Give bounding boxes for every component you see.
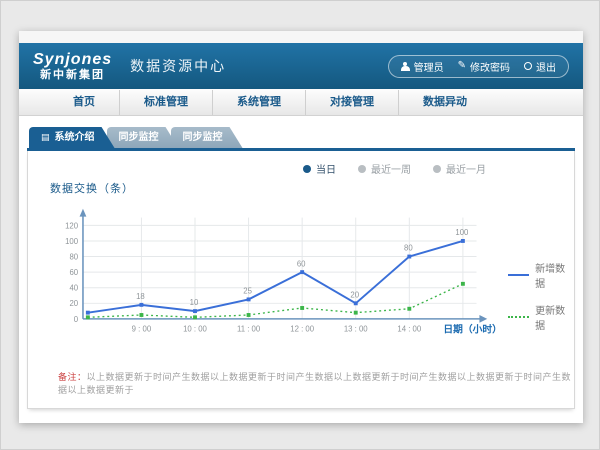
legend-label: 更新数据: [535, 302, 574, 332]
logout-label: 退出: [536, 59, 556, 74]
footnote: 备注：以上数据更新于时间产生数据以上数据更新于时间产生数据以上数据更新于时间产生…: [58, 370, 574, 396]
page-title: 数据资源中心: [130, 56, 226, 76]
app-header: Synjones 新中新集团 数据资源中心 管理员 ✎ 修改密码 退出: [19, 43, 583, 89]
legend-line-sample: [508, 274, 529, 276]
svg-text:12 : 00: 12 : 00: [290, 325, 314, 334]
svg-text:120: 120: [65, 221, 79, 230]
footnote-text: 以上数据更新于时间产生数据以上数据更新于时间产生数据以上数据更新于时间产生数据以…: [58, 372, 571, 395]
legend-line-sample: [508, 316, 529, 318]
range-option-0[interactable]: 当日: [303, 161, 336, 176]
main-nav: 首页标准管理系统管理对接管理数据异动: [19, 89, 583, 116]
chart-legend: 新增数据更新数据: [508, 260, 574, 332]
user-icon: [401, 62, 410, 71]
legend-item-1: 更新数据: [508, 302, 574, 332]
svg-text:60: 60: [297, 259, 306, 268]
svg-text:20: 20: [350, 290, 359, 299]
logout-button[interactable]: 退出: [524, 59, 556, 74]
user-toolbar: 管理员 ✎ 修改密码 退出: [388, 55, 569, 78]
nav-item-1[interactable]: 标准管理: [120, 90, 213, 115]
svg-text:20: 20: [69, 299, 78, 308]
company-logo: Synjones 新中新集团: [33, 52, 112, 81]
svg-text:10: 10: [190, 298, 199, 307]
edit-icon: ✎: [458, 61, 466, 71]
radio-icon: [303, 165, 311, 173]
chart-y-axis-title: 数据交换（条）: [50, 180, 574, 196]
system-intro-panel: 当日 最近一周 最近一月 数据交换（条） 0 20 40 60 80 100 120 9 : 00…: [27, 151, 575, 409]
tab-0[interactable]: ▤ 系统介绍: [29, 127, 115, 148]
svg-text:100: 100: [65, 237, 79, 246]
legend-label: 新增数据: [535, 260, 574, 290]
svg-text:40: 40: [69, 284, 78, 293]
page-top-strip: [19, 31, 583, 43]
tab-2[interactable]: 同步监控: [171, 127, 243, 148]
tab-1[interactable]: 同步监控: [107, 127, 179, 148]
svg-text:9 : 00: 9 : 00: [132, 325, 152, 334]
radio-icon: [358, 165, 366, 173]
browser-page: Synjones 新中新集团 数据资源中心 管理员 ✎ 修改密码 退出: [19, 31, 583, 423]
svg-text:80: 80: [404, 244, 413, 253]
current-user-label: 管理员: [414, 59, 444, 74]
line-chart: 0 20 40 60 80 100 120 9 : 00 10 : 00 11 : 00 12 : …: [44, 198, 506, 356]
nav-item-3[interactable]: 对接管理: [306, 90, 399, 115]
change-password-button[interactable]: ✎ 修改密码: [458, 59, 510, 74]
change-password-label: 修改密码: [470, 59, 510, 74]
nav-item-0[interactable]: 首页: [49, 90, 120, 115]
svg-text:11 : 00: 11 : 00: [237, 325, 261, 334]
svg-text:100: 100: [455, 228, 469, 237]
document-icon: ▤: [41, 133, 50, 142]
svg-text:80: 80: [69, 252, 78, 261]
current-user-button[interactable]: 管理员: [401, 59, 444, 74]
tab-label: 同步监控: [119, 127, 159, 148]
logo-text: Synjones: [33, 52, 112, 68]
svg-text:13 : 00: 13 : 00: [344, 325, 368, 334]
time-range-filter: 当日 最近一周 最近一月: [28, 151, 574, 176]
radio-icon: [433, 165, 441, 173]
range-option-2[interactable]: 最近一月: [433, 161, 486, 176]
nav-item-2[interactable]: 系统管理: [213, 90, 306, 115]
nav-item-4[interactable]: 数据异动: [399, 90, 491, 115]
footnote-prefix: 备注：: [58, 372, 87, 382]
svg-text:14 : 00: 14 : 00: [397, 325, 421, 334]
tab-label: 同步监控: [183, 127, 223, 148]
range-option-label: 最近一月: [446, 161, 486, 176]
content-area: ▤ 系统介绍 同步监控 同步监控 当日 最近一周 最近一月 数据交换（条） 0 20 40 60…: [19, 116, 583, 409]
range-option-label: 当日: [316, 161, 336, 176]
tab-label: 系统介绍: [55, 127, 95, 148]
desktop-backdrop: Synjones 新中新集团 数据资源中心 管理员 ✎ 修改密码 退出: [0, 0, 600, 450]
tabs-bar: ▤ 系统介绍 同步监控 同步监控: [29, 127, 583, 148]
svg-text:18: 18: [136, 292, 145, 301]
power-icon: [524, 62, 532, 70]
range-option-1[interactable]: 最近一周: [358, 161, 411, 176]
svg-text:60: 60: [69, 268, 78, 277]
range-option-label: 最近一周: [371, 161, 411, 176]
svg-text:10 : 00: 10 : 00: [183, 325, 207, 334]
svg-text:日期（小时）: 日期（小时）: [443, 323, 501, 336]
svg-text:0: 0: [74, 315, 79, 324]
logo-subtext: 新中新集团: [40, 70, 105, 81]
chart-container: 0 20 40 60 80 100 120 9 : 00 10 : 00 11 : 00 12 : …: [28, 198, 574, 356]
legend-item-0: 新增数据: [508, 260, 574, 290]
svg-text:25: 25: [243, 287, 252, 296]
